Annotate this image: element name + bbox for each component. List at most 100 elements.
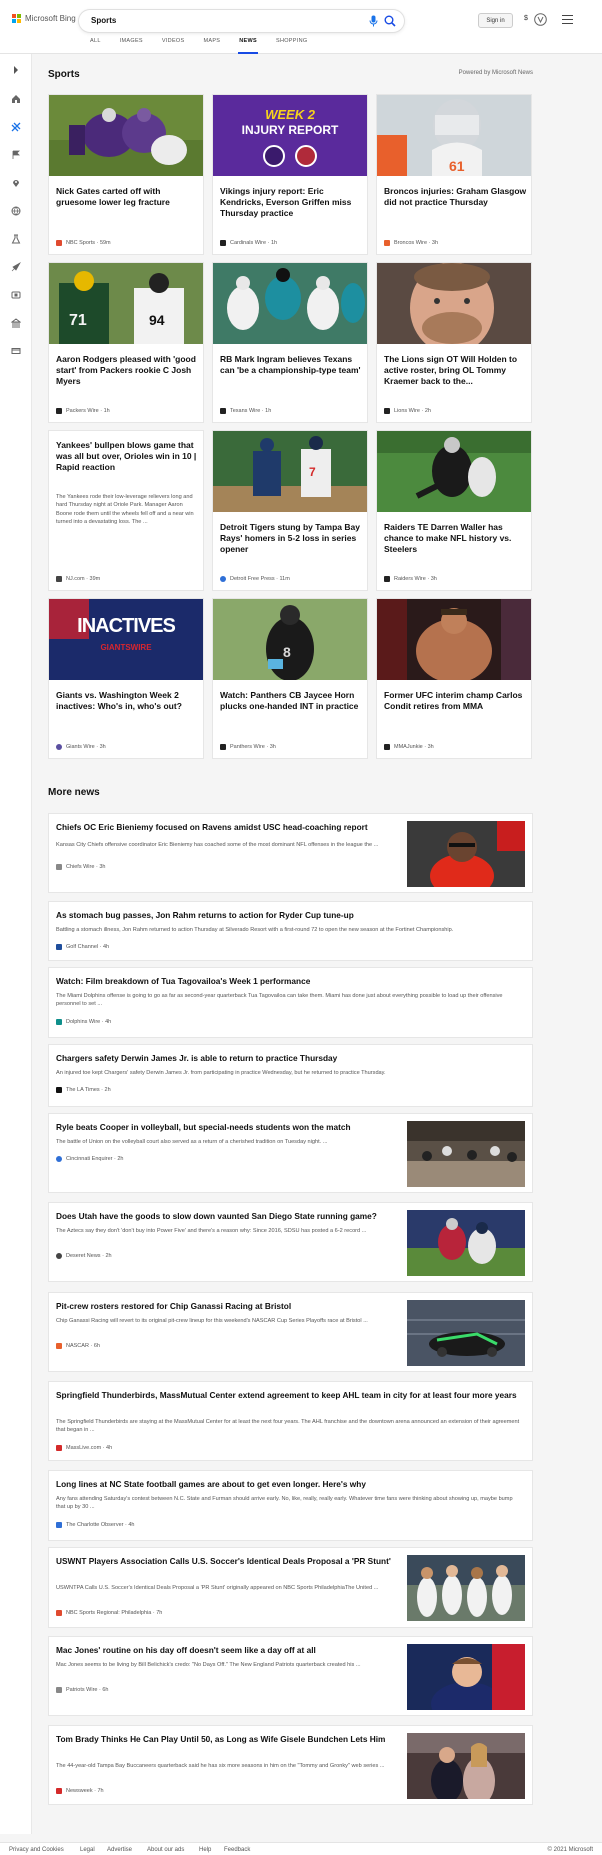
list-item-title[interactable]: Tom Brady Thinks He Can Play Until 50, a…: [56, 1734, 401, 1745]
location-icon[interactable]: [11, 178, 21, 188]
footer-link-legal[interactable]: Legal: [80, 1847, 95, 1853]
list-item-title[interactable]: USWNT Players Association Calls U.S. Soc…: [56, 1556, 401, 1567]
news-list-item[interactable]: Long lines at NC State football games ar…: [48, 1470, 533, 1541]
news-card[interactable]: 61 Broncos injuries: Graham Glasgow did …: [376, 94, 532, 255]
news-list-item[interactable]: Does Utah have the goods to slow down va…: [48, 1202, 533, 1282]
news-list-item[interactable]: Watch: Film breakdown of Tua Tagovailoa'…: [48, 967, 533, 1038]
tab-maps[interactable]: MAPS: [203, 38, 220, 54]
footer-link-help[interactable]: Help: [199, 1847, 211, 1853]
news-list-item[interactable]: Springfield Thunderbirds, MassMutual Cen…: [48, 1381, 533, 1461]
search-box[interactable]: Sports: [79, 10, 404, 32]
news-card[interactable]: 7 Detroit Tigers stung by Tampa Bay Rays…: [212, 430, 368, 591]
news-card[interactable]: RB Mark Ingram believes Texans can 'be a…: [212, 262, 368, 423]
news-card[interactable]: 71 94 Aaron Rodgers pleased with 'good st…: [48, 262, 204, 423]
search-icon[interactable]: [384, 15, 396, 27]
money-icon[interactable]: [11, 346, 21, 356]
news-card[interactable]: INACTIVES GIANTSWIRE Giants vs. Washingt…: [48, 598, 204, 759]
footer-link-about-ads[interactable]: About our ads: [147, 1847, 184, 1853]
svg-text:8: 8: [283, 644, 291, 660]
card-source: NBC Sports: [66, 240, 96, 246]
card-title[interactable]: Nick Gates carted off with gruesome lowe…: [56, 186, 200, 208]
expand-chevron-icon[interactable]: [11, 65, 21, 75]
news-list-item[interactable]: Chargers safety Derwin James Jr. is able…: [48, 1044, 533, 1107]
news-card[interactable]: Nick Gates carted off with gruesome lowe…: [48, 94, 204, 255]
news-card[interactable]: Former UFC interim champ Carlos Condit r…: [376, 598, 532, 759]
list-item-title[interactable]: Pit-crew rosters restored for Chip Ganas…: [56, 1301, 401, 1312]
home-icon[interactable]: [11, 94, 21, 104]
news-card[interactable]: The Lions sign OT Will Holden to active …: [376, 262, 532, 423]
list-item-snippet: The Springfield Thunderbirds are staying…: [56, 1419, 520, 1434]
card-title[interactable]: Broncos injuries: Graham Glasgow did not…: [384, 186, 528, 208]
footer-link-feedback[interactable]: Feedback: [224, 1847, 250, 1853]
news-card[interactable]: WEEK 2 INJURY REPORT Vikings injury repo…: [212, 94, 368, 255]
list-item-title[interactable]: Long lines at NC State football games ar…: [56, 1479, 521, 1490]
rewards-icon[interactable]: [534, 12, 547, 27]
bing-logo[interactable]: Microsoft Bing: [12, 14, 76, 23]
list-item-title[interactable]: Springfield Thunderbirds, MassMutual Cen…: [56, 1390, 521, 1401]
card-title[interactable]: Raiders TE Darren Waller has chance to m…: [384, 522, 528, 555]
source-logo-icon: [220, 576, 226, 582]
news-list-item[interactable]: As stomach bug passes, Jon Rahm returns …: [48, 901, 533, 961]
source-logo-icon: [56, 944, 62, 950]
list-item-snippet: An injured toe kept Chargers' safety Der…: [56, 1070, 386, 1076]
source-logo-icon: [56, 1253, 62, 1259]
card-image: [213, 263, 367, 344]
politics-icon[interactable]: [11, 318, 21, 328]
list-item-title[interactable]: Mac Jones' routine on his day off doesn'…: [56, 1645, 401, 1656]
card-title[interactable]: Detroit Tigers stung by Tampa Bay Rays' …: [220, 522, 364, 555]
card-source: Lions Wire: [394, 408, 420, 414]
sports-icon[interactable]: [11, 122, 21, 132]
globe-icon[interactable]: [11, 206, 21, 216]
news-list-item[interactable]: Tom Brady Thinks He Can Play Until 50, a…: [48, 1725, 533, 1805]
list-item-title[interactable]: Ryle beats Cooper in volleyball, but spe…: [56, 1122, 401, 1133]
list-item-image: [407, 1644, 525, 1710]
news-card[interactable]: 8 Watch: Panthers CB Jaycee Horn plucks …: [212, 598, 368, 759]
entertainment-icon[interactable]: [11, 290, 21, 300]
footer-link-privacy[interactable]: Privacy and Cookies: [9, 1847, 64, 1853]
card-title[interactable]: Giants vs. Washington Week 2 inactives: …: [56, 690, 200, 712]
tab-all[interactable]: ALL: [90, 38, 101, 54]
menu-icon[interactable]: [562, 15, 573, 24]
svg-text:61: 61: [449, 158, 465, 174]
news-list-item[interactable]: Mac Jones' routine on his day off doesn'…: [48, 1636, 533, 1716]
news-list-item[interactable]: USWNT Players Association Calls U.S. Soc…: [48, 1547, 533, 1628]
card-title[interactable]: Yankees' bullpen blows game that was all…: [56, 440, 200, 473]
news-list-item[interactable]: Pit-crew rosters restored for Chip Ganas…: [48, 1292, 533, 1372]
source-logo-icon: [56, 240, 62, 246]
tab-images[interactable]: IMAGES: [120, 38, 143, 54]
card-snippet: The Yankees rode their low-leverage reli…: [56, 494, 194, 526]
list-item-title[interactable]: Chiefs OC Eric Bieniemy focused on Raven…: [56, 822, 401, 833]
science-icon[interactable]: [11, 234, 21, 244]
tab-videos[interactable]: VIDEOS: [162, 38, 185, 54]
list-item-title[interactable]: Chargers safety Derwin James Jr. is able…: [56, 1053, 521, 1064]
flag-icon[interactable]: [11, 150, 21, 160]
news-card[interactable]: Yankees' bullpen blows game that was all…: [48, 430, 204, 591]
tab-news[interactable]: NEWS: [238, 38, 258, 54]
news-card[interactable]: Raiders TE Darren Waller has chance to m…: [376, 430, 532, 591]
card-title[interactable]: RB Mark Ingram believes Texans can 'be a…: [220, 354, 364, 376]
card-source: Raiders Wire: [394, 576, 426, 582]
sign-in-button[interactable]: Sign in: [478, 13, 513, 28]
card-image: 8: [213, 599, 367, 680]
rewards-currency[interactable]: $: [524, 15, 528, 22]
list-item-image: [407, 1300, 525, 1366]
card-title[interactable]: Vikings injury report: Eric Kendricks, E…: [220, 186, 364, 219]
copyright: © 2021 Microsoft: [547, 1847, 593, 1853]
sports-section-header: Sports Powered by Microsoft News: [48, 60, 533, 80]
technology-icon[interactable]: [11, 262, 21, 272]
microphone-icon[interactable]: [368, 15, 379, 27]
search-input[interactable]: Sports: [91, 16, 116, 25]
news-list-item[interactable]: Chiefs OC Eric Bieniemy focused on Raven…: [48, 813, 533, 893]
footer-link-advertise[interactable]: Advertise: [107, 1847, 132, 1853]
tab-shopping[interactable]: SHOPPING: [276, 38, 307, 54]
source-logo-icon: [56, 1019, 62, 1025]
list-item-title[interactable]: Watch: Film breakdown of Tua Tagovailoa'…: [56, 976, 521, 987]
card-title[interactable]: Aaron Rodgers pleased with 'good start' …: [56, 354, 200, 387]
list-item-snippet: Mac Jones seems to be living by Bill Bel…: [56, 1662, 361, 1668]
card-title[interactable]: Watch: Panthers CB Jaycee Horn plucks on…: [220, 690, 364, 712]
card-title[interactable]: The Lions sign OT Will Holden to active …: [384, 354, 528, 387]
news-list-item[interactable]: Ryle beats Cooper in volleyball, but spe…: [48, 1113, 533, 1193]
card-title[interactable]: Former UFC interim champ Carlos Condit r…: [384, 690, 528, 712]
list-item-title[interactable]: Does Utah have the goods to slow down va…: [56, 1211, 401, 1222]
list-item-title[interactable]: As stomach bug passes, Jon Rahm returns …: [56, 910, 521, 921]
